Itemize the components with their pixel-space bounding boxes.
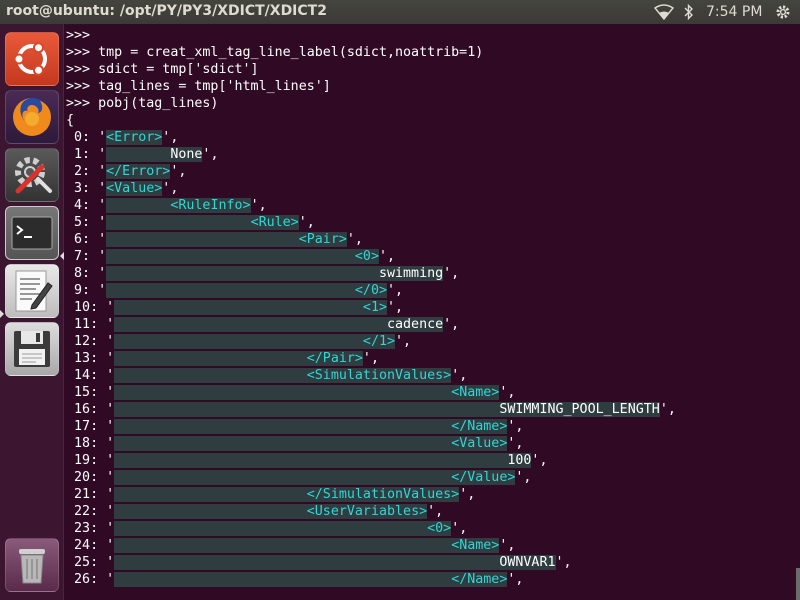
launcher-indicator-arrow	[0, 310, 4, 318]
floppy-disk-icon[interactable]	[5, 322, 59, 376]
terminal-line: 16: ' SWIMMING_POOL_LENGTH',	[66, 402, 676, 417]
terminal-line: >>> tmp = creat_xml_tag_line_label(sdict…	[66, 45, 484, 60]
clock[interactable]: 7:54 PM	[706, 4, 762, 20]
terminal-icon[interactable]	[5, 206, 59, 260]
terminal-line: 3: '<Value>',	[66, 181, 179, 196]
terminal-line: 21: ' </SimulationValues>',	[66, 487, 476, 502]
launcher-focus-arrow	[60, 252, 64, 260]
terminal-line: {	[66, 113, 75, 128]
terminal-line: 18: ' <Value>',	[66, 436, 524, 451]
terminal-line: 26: ' </Name>',	[66, 572, 524, 587]
terminal-line: 20: ' </Value>',	[66, 470, 532, 485]
ubuntu-logo-icon[interactable]	[5, 32, 59, 86]
terminal-line: 11: ' cadence',	[66, 317, 460, 332]
terminal-line: 24: ' <Name>',	[66, 538, 516, 553]
terminal-line: 4: ' <RuleInfo>',	[66, 198, 267, 213]
terminal-line: 13: ' </Pair>',	[66, 351, 379, 366]
text-editor-icon[interactable]	[5, 264, 59, 318]
terminal-scrollbar[interactable]	[796, 568, 800, 600]
trash-icon[interactable]	[5, 538, 59, 592]
terminal-line: 6: ' <Pair>',	[66, 232, 363, 247]
terminal-line: 17: ' </Name>',	[66, 419, 524, 434]
terminal-line: 0: '<Error>',	[66, 130, 179, 145]
terminal-line: 5: ' <Rule>',	[66, 215, 315, 230]
launcher	[0, 24, 64, 600]
terminal-line: 15: ' <Name>',	[66, 385, 516, 400]
terminal-line: 7: ' <0>',	[66, 249, 396, 264]
bluetooth-icon[interactable]	[681, 0, 697, 24]
terminal-line: 2: '</Error>',	[66, 164, 187, 179]
top-panel: root@ubuntu: /opt/PY/PY3/XDICT/XDICT2 7:…	[0, 0, 800, 24]
terminal-line: 8: ' swimming',	[66, 266, 460, 281]
terminal-line: 23: ' <0>',	[66, 521, 468, 536]
window-title: root@ubuntu: /opt/PY/PY3/XDICT/XDICT2	[6, 3, 327, 19]
terminal-line: 12: ' </1>',	[66, 334, 412, 349]
settings-gear-icon[interactable]	[773, 0, 793, 24]
wifi-icon[interactable]	[652, 0, 676, 24]
terminal-line: 19: ' 100',	[66, 453, 548, 468]
settings-icon[interactable]	[5, 148, 59, 202]
terminal-window[interactable]: >>> >>> tmp = creat_xml_tag_line_label(sd…	[66, 26, 800, 600]
terminal-line: 9: ' </0>',	[66, 283, 404, 298]
terminal-line: 10: ' <1>',	[66, 300, 404, 315]
terminal-line: >>> tag_lines = tmp['html_lines']	[66, 79, 331, 94]
firefox-icon[interactable]	[5, 90, 59, 144]
terminal-line: >>> sdict = tmp['sdict']	[66, 62, 259, 77]
terminal-line: 25: ' OWNVAR1',	[66, 555, 572, 570]
terminal-line: 22: ' <UserVariables>',	[66, 504, 444, 519]
terminal-line: >>> pobj(tag_lines)	[66, 96, 219, 111]
terminal-line: 14: ' <SimulationValues>',	[66, 368, 468, 383]
terminal-line: 1: ' None',	[66, 147, 219, 162]
terminal-line: >>>	[66, 28, 91, 43]
